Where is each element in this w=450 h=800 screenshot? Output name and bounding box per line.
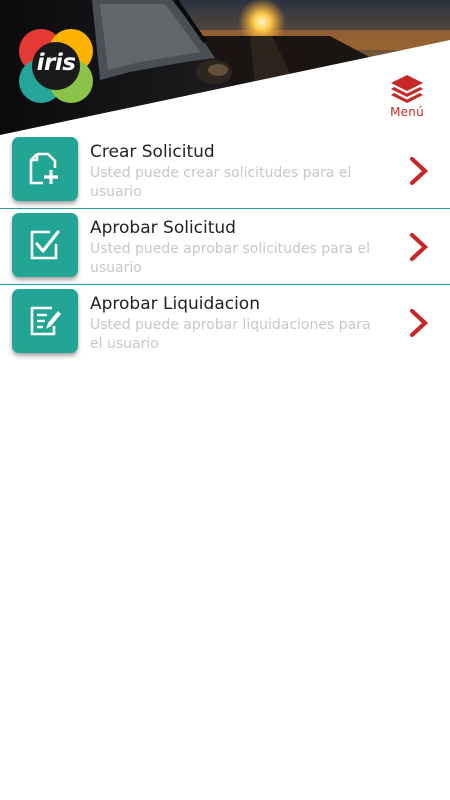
options-list: Crear Solicitud Usted puede crear solici… [0,132,450,360]
option-title: Aprobar Liquidacion [90,294,260,314]
option-title: Crear Solicitud [90,142,215,162]
option-description: Usted puede aprobar liquidaciones para e… [90,317,371,352]
option-icon-tile [12,289,78,353]
menu-button[interactable]: Menú [384,74,430,122]
option-description: Usted puede aprobar solicitudes para el … [90,241,371,276]
option-title: Aprobar Solicitud [90,218,236,238]
option-icon-tile [12,213,78,277]
option-description: Usted puede crear solicitudes para el us… [90,165,352,200]
new-document-icon [29,152,58,185]
menu-label: Menú [390,105,424,119]
chevron-right-icon[interactable] [406,156,430,186]
checkbox-icon [30,230,60,260]
option-aprobar-liquidacion[interactable]: Aprobar Liquidacion Usted puede aprobar … [0,284,450,360]
chevron-right-icon[interactable] [406,308,430,338]
option-icon-tile [12,137,78,201]
app-screen: iris Menú Crear Solicitud Usted puede cr… [0,0,450,800]
edit-document-icon [30,306,61,336]
option-crear-solicitud[interactable]: Crear Solicitud Usted puede crear solici… [0,132,450,208]
option-aprobar-solicitud[interactable]: Aprobar Solicitud Usted puede aprobar so… [0,208,450,284]
iris-logo: iris [18,28,94,104]
chevron-right-icon[interactable] [406,232,430,262]
logo-text: iris [36,50,76,76]
layers-icon [391,75,423,103]
